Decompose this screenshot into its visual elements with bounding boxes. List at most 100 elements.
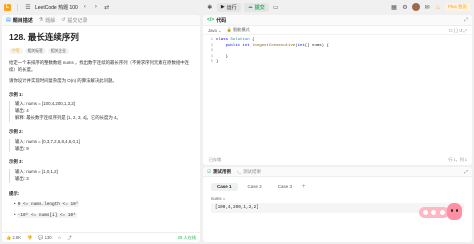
play-icon: ▶ <box>220 4 225 10</box>
code-toolbar: Java ⌄ 🔒 智能模式 ☐ { } ↺ ⤢ <box>203 26 472 35</box>
case-list: Case 1 Case 2 Case 3 + <box>203 177 472 196</box>
braces-icon[interactable]: { } <box>454 28 458 33</box>
share-icon[interactable]: ⤴ <box>67 235 71 241</box>
code-editor[interactable]: 1 class Solution { 2 public int longestCo… <box>203 35 472 66</box>
constraint-text: 0 <= nums.length <= 10⁵ <box>16 201 80 207</box>
run-label: 运行 <box>226 4 237 11</box>
submit-label: 提交 <box>254 4 265 11</box>
flask-icon: ⚗ <box>38 17 44 23</box>
description-tabs: ▤ 题目描述 ⚗ 题解 ↺ 提交记录 <box>2 15 200 26</box>
constraints-title: 提示: <box>9 190 20 196</box>
comment-count: 130 <box>44 234 52 240</box>
leetcode-logo-icon[interactable]: L <box>4 3 11 11</box>
example-title: 示例 1: <box>9 91 23 97</box>
tab-label: 题解 <box>45 17 56 24</box>
example-block: 输入: nums = [100,4,200,1,3,2] 输出: 4 解释: 最… <box>9 101 193 122</box>
code-panel: </> 代码 ⤢ Java ⌄ 🔒 智能模式 ☐ { } ↺ ⤢ 1 class … <box>203 15 472 165</box>
fullscreen-icon[interactable]: ⤢ <box>464 28 467 33</box>
top-left-group: L ☰ LeetCode 热题 100 ‹ › ⇄ <box>4 3 111 11</box>
fire-icon[interactable]: ♨ <box>434 3 442 11</box>
complexity-paragraph: 请你设计并实现时间复杂度为 O(n) 的算法解决此问题。 <box>9 77 117 83</box>
mascot-widget[interactable] <box>419 201 463 223</box>
list-icon[interactable]: ☰ <box>24 3 32 11</box>
tab-submissions[interactable]: ↺ 提交记录 <box>61 17 87 24</box>
cloud-upload-icon: ☁ <box>247 4 253 10</box>
case-tab[interactable]: Case 3 <box>272 183 298 191</box>
shuffle-icon[interactable]: ⇄ <box>103 3 111 11</box>
settings-icon[interactable]: ⚙ <box>401 3 409 11</box>
maximize-icon[interactable]: ⤢ <box>464 169 468 174</box>
case-tab[interactable]: Case 1 <box>211 183 238 191</box>
description-panel: ▤ 题目描述 ⚗ 题解 ↺ 提交记录 128. 最长连续序列 中等 相关标签 相… <box>2 15 200 242</box>
mascot-bubble <box>419 207 449 218</box>
problem-title: 128. 最长连续序列 <box>9 32 79 42</box>
reset-icon[interactable]: ↺ <box>459 28 463 33</box>
language-select[interactable]: Java ⌄ <box>208 28 222 33</box>
comment-button[interactable]: 💬 130 <box>38 235 51 241</box>
mascot-face-icon <box>447 203 462 220</box>
tab-label: 题目描述 <box>12 17 33 24</box>
notification-icon[interactable]: ✉ <box>423 3 431 11</box>
related-tags-chip[interactable]: 相关标签 <box>24 48 46 55</box>
code-icon: </> <box>207 17 215 23</box>
top-center-group: ✱ ▶ 运行 ☁ 提交 ▭ <box>206 2 280 12</box>
example-output: 输出: 9 <box>15 145 29 151</box>
history-icon: ↺ <box>61 17 66 23</box>
chevron-right-icon[interactable]: › <box>92 3 100 11</box>
bug-icon[interactable]: ✱ <box>206 3 214 11</box>
code-header-title: 代码 <box>216 17 227 24</box>
tab-testcase[interactable]: ☑ 测试用例 <box>207 169 231 175</box>
constraint-text: -10⁹ <= nums[i] <= 10⁹ <box>16 212 77 218</box>
constraint-item: • -10⁹ <= nums[i] <= 10⁹ <box>14 211 77 218</box>
description-paragraph: 给定一个未排序的整数数组 nums ，找出数字连续的最长序列（不要求序列元素在原… <box>9 60 190 72</box>
tab-label: 测试用例 <box>213 168 232 174</box>
submit-button[interactable]: ☁ 提交 <box>243 2 269 12</box>
like-button[interactable]: 👍 2.5K <box>6 235 21 241</box>
related-companies-chip[interactable]: 相关企业 <box>47 48 69 55</box>
online-count: 29 人在线 <box>177 234 196 240</box>
example-title: 示例 3: <box>9 159 23 165</box>
example-input: 输入: nums = [1,0,1,2] <box>15 169 58 175</box>
star-icon[interactable]: ☆ <box>58 235 62 240</box>
saved-status: 已存储 <box>209 157 221 162</box>
dislike-icon[interactable]: 👎 <box>27 235 32 241</box>
tag-chips: 中等 相关标签 相关企业 <box>9 48 193 55</box>
tab-test-result[interactable]: ›_ 测试结果 <box>237 169 261 175</box>
avatar[interactable] <box>411 3 420 11</box>
description-content: 128. 最长连续序列 中等 相关标签 相关企业 给定一个未排序的整数数组 nu… <box>2 26 200 224</box>
language-label: Java <box>208 27 217 33</box>
tab-solutions[interactable]: ⚗ 题解 <box>39 17 56 24</box>
example-title: 示例 2: <box>9 128 23 134</box>
document-icon: ▤ <box>6 17 11 23</box>
plus-membership-button[interactable]: Plus 会员 <box>444 3 470 11</box>
constraints-section: 提示: • 0 <= nums.length <= 10⁵ • -10⁹ <= … <box>9 191 193 219</box>
example-block: 输入: nums = [0,3,7,2,5,8,4,6,0,1] 输出: 9 <box>9 138 193 153</box>
top-bar: L ☰ LeetCode 热题 100 ‹ › ⇄ ✱ ▶ 运行 ☁ 提交 ▭ … <box>0 0 474 14</box>
example-output: 输出: 3 <box>15 176 29 182</box>
run-button[interactable]: ▶ 运行 <box>216 2 241 12</box>
problem-list-title[interactable]: LeetCode 热题 100 <box>35 4 78 11</box>
add-case-button[interactable]: + <box>302 184 306 190</box>
case-tab[interactable]: Case 2 <box>242 183 268 191</box>
example-explanation: 解释: 最长数字连续序列是 [1, 2, 3, 4]。它的长度为 4。 <box>15 115 121 121</box>
difficulty-chip: 中等 <box>9 48 23 55</box>
mode-select[interactable]: 🔒 智能模式 <box>227 27 250 33</box>
example-block: 输入: nums = [1,0,1,2] 输出: 3 <box>9 169 193 183</box>
mode-label: 智能模式 <box>232 27 250 32</box>
toolbar-actions: ☐ { } ↺ ⤢ <box>449 28 467 33</box>
maximize-icon[interactable]: ⤢ <box>464 17 468 23</box>
terminal-icon: ›_ <box>237 169 242 174</box>
chevron-left-icon[interactable]: ‹ <box>81 3 89 11</box>
bookmark-icon[interactable]: ☐ <box>449 28 453 33</box>
note-icon[interactable]: ▭ <box>272 3 280 11</box>
constraint-item: • 0 <= nums.length <= 10⁵ <box>14 200 80 207</box>
tab-label: 测试结果 <box>243 168 262 174</box>
layout-icon[interactable]: ▦ <box>390 3 398 11</box>
divider <box>17 3 18 11</box>
checkbox-icon: ☑ <box>207 168 212 174</box>
test-tabs: ☑ 测试用例 ›_ 测试结果 ⤢ <box>203 167 472 177</box>
cursor-position: 行 1，列 1 <box>448 157 467 162</box>
top-right-group: ▦ ⚙ ✉ ♨ Plus 会员 <box>390 3 470 11</box>
tab-description[interactable]: ▤ 题目描述 <box>6 17 33 24</box>
code-header: </> 代码 ⤢ <box>203 15 472 26</box>
